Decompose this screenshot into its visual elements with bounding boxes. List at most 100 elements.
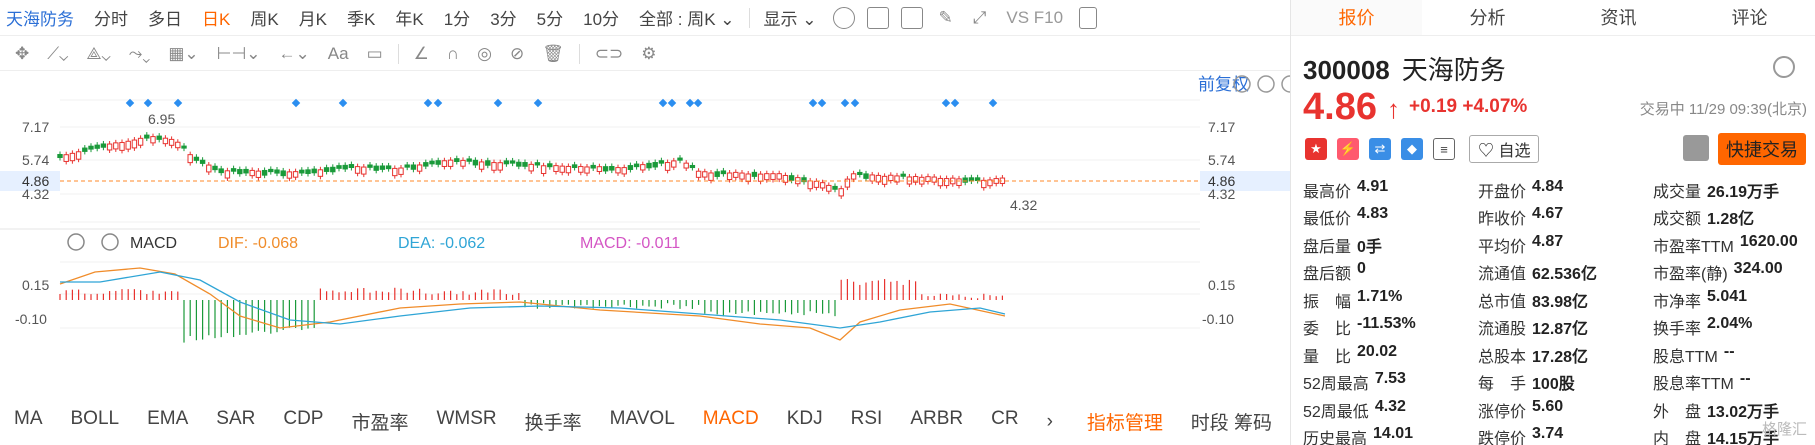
indicator-tab[interactable]: RSI: [851, 408, 883, 435]
kline-chart[interactable]: 前复权 4.86 4.86 7.17 5.74 4.32 7.17 5.74 4…: [0, 72, 1290, 402]
period-tab[interactable]: 5分: [527, 5, 573, 30]
period-chips-button[interactable]: 时段 筹码: [1191, 408, 1272, 435]
link-icon[interactable]: ⊂⊃: [595, 44, 624, 64]
period-toolbar: 天海防务 分时 多日 日K 周K 月K 季K 年K 1分 3分 5分 10分 全部 : 周K ⌄ 显…: [0, 0, 1290, 36]
text-tool-icon[interactable]: Aa: [328, 44, 349, 64]
indicator-tab[interactable]: EMA: [147, 408, 188, 435]
candle: [528, 163, 534, 172]
move-icon[interactable]: ✥: [15, 44, 29, 64]
quote-value: 14.01: [1373, 425, 1414, 443]
candle: [826, 184, 832, 192]
indicator-tab[interactable]: MAVOL: [610, 408, 675, 435]
gear-icon[interactable]: ⚙: [641, 44, 656, 64]
candle: [559, 165, 565, 173]
candle: [181, 145, 187, 149]
macd-close-icon[interactable]: [101, 233, 119, 251]
quote-label: 成交量: [1653, 183, 1702, 201]
indicator-tab[interactable]: KDJ: [787, 408, 823, 435]
panel-toggle-icon[interactable]: [1079, 6, 1098, 29]
period-tab[interactable]: 多日: [138, 5, 192, 30]
indicator-tab[interactable]: SAR: [216, 408, 255, 435]
candle: [807, 180, 813, 190]
candles: [57, 132, 1006, 199]
period-tab[interactable]: 季K: [337, 5, 385, 30]
period-tab[interactable]: 分时: [84, 5, 138, 30]
period-tab[interactable]: 年K: [385, 5, 433, 30]
candle: [689, 164, 696, 169]
candle: [906, 176, 913, 185]
quote-label: 流通值: [1478, 266, 1527, 284]
indicator-tab[interactable]: CDP: [283, 408, 323, 435]
bell-icon[interactable]: [1683, 135, 1709, 161]
comment-tool-icon[interactable]: ▭: [367, 44, 383, 64]
zoom-out-icon[interactable]: [1257, 75, 1275, 93]
add-favorite-button[interactable]: ♡ 自选: [1469, 135, 1540, 163]
candle: [75, 151, 82, 160]
candle: [844, 178, 851, 188]
zoom-in-icon[interactable]: [1281, 75, 1290, 93]
tag-icon[interactable]: ◆: [1401, 138, 1423, 160]
gear-icon[interactable]: [1773, 56, 1795, 78]
eye-icon[interactable]: ◎: [477, 44, 492, 64]
fib-tool-icon[interactable]: ▦⌄: [168, 44, 198, 64]
panel-tab[interactable]: 评论: [1684, 0, 1815, 35]
checkbox-icon[interactable]: [866, 6, 889, 29]
macd-name[interactable]: MACD: [130, 235, 177, 252]
indicator-tab[interactable]: MA: [14, 408, 43, 435]
adjust-label[interactable]: 前复权: [1198, 75, 1249, 94]
more-indicators-icon[interactable]: ›: [1047, 411, 1053, 433]
indicator-tab[interactable]: CR: [991, 408, 1018, 435]
range-tool-icon[interactable]: ⊢⊣⌄: [217, 44, 261, 64]
indicator-tab[interactable]: ARBR: [910, 408, 963, 435]
pen-icon[interactable]: ✎: [929, 8, 963, 28]
period-tab[interactable]: 10分: [573, 5, 629, 30]
panel-tab[interactable]: 分析: [1422, 0, 1553, 35]
panel-tab[interactable]: 报价: [1291, 0, 1422, 35]
trash-icon[interactable]: 🗑: [542, 44, 564, 64]
indicator-tab[interactable]: 换手率: [525, 408, 582, 435]
note-icon[interactable]: ≡: [1433, 138, 1455, 160]
period-tab[interactable]: 日K: [192, 5, 240, 30]
candle: [943, 178, 950, 187]
candle: [367, 164, 373, 168]
line-tool-icon[interactable]: ⟋⌄: [47, 44, 68, 64]
magnet-icon[interactable]: ∩: [447, 44, 459, 64]
period-tab[interactable]: 月K: [289, 5, 337, 30]
fullscreen-icon[interactable]: ⤢: [963, 8, 997, 28]
display-menu[interactable]: 显示 ⌄: [754, 5, 827, 30]
indicator-manager-button[interactable]: 指标管理: [1087, 408, 1163, 435]
quote-cell: 盘后额 0: [1303, 260, 1478, 284]
camera-icon[interactable]: [900, 6, 923, 29]
panel-tab[interactable]: 资讯: [1553, 0, 1684, 35]
period-tab[interactable]: 3分: [480, 5, 526, 30]
china-flag-icon[interactable]: ★: [1305, 138, 1327, 160]
candle: [392, 167, 398, 177]
lightning-icon[interactable]: ⚡: [1337, 138, 1359, 160]
arrow-tool-icon[interactable]: ←⌄: [279, 44, 310, 64]
candle: [664, 162, 671, 171]
candle: [838, 188, 844, 197]
quote-value: 4.84: [1532, 177, 1564, 195]
indicator-tab[interactable]: WMSR: [437, 408, 497, 435]
indicator-tab[interactable]: BOLL: [71, 408, 120, 435]
stock-title[interactable]: 天海防务: [0, 5, 84, 30]
indicator-tab[interactable]: MACD: [703, 408, 759, 435]
quick-trade-button[interactable]: 快捷交易: [1718, 133, 1806, 165]
macd-settings-icon[interactable]: [67, 233, 85, 251]
quote-cell: 昨收价 4.67: [1478, 205, 1653, 229]
period-tab[interactable]: 周K: [240, 5, 288, 30]
candle: [974, 177, 981, 182]
candle: [708, 172, 714, 181]
vs-f10-button[interactable]: VS F10: [996, 8, 1073, 28]
angle-tool-icon[interactable]: ∠: [414, 44, 429, 64]
wave-tool-icon[interactable]: ⤳⌄: [129, 44, 151, 64]
hide-icon[interactable]: ⊘: [510, 44, 524, 64]
poly-tool-icon[interactable]: ⟁⌄: [86, 44, 110, 64]
indicator-tab[interactable]: 市盈率: [351, 408, 408, 435]
quote-value: 26.19万手: [1707, 183, 1780, 201]
settings-icon[interactable]: [832, 6, 855, 29]
period-tab[interactable]: 1分: [434, 5, 480, 30]
shuffle-icon[interactable]: ⇄: [1369, 138, 1391, 160]
range-select[interactable]: 全部 : 周K ⌄: [629, 5, 744, 30]
quote-cell: 股息TTM --: [1653, 343, 1813, 367]
